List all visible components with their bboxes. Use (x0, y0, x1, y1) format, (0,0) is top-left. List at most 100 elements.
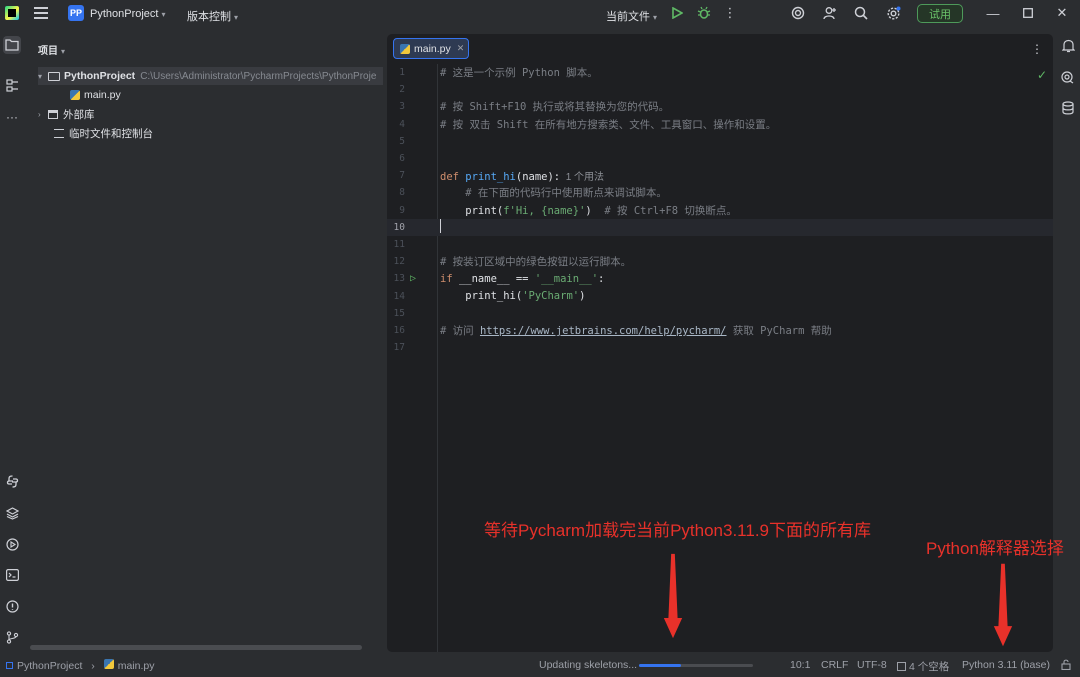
interpreter-selector[interactable]: Python 3.11 (base) (962, 659, 1050, 671)
line-number[interactable]: 1 (387, 67, 405, 78)
more-tools-icon[interactable]: ··· (3, 108, 21, 126)
code-text: # 在下面的代码行中使用断点来调试脚本。 (440, 185, 667, 200)
code-line[interactable]: 6 (387, 150, 1053, 167)
code-line[interactable]: 3 # 按 Shift+F10 执行或将其替换为您的代码。 (387, 98, 1053, 115)
progress-bar[interactable] (639, 664, 753, 667)
tree-scratches[interactable]: 临时文件和控制台 (54, 124, 153, 142)
code-line[interactable]: 8 # 在下面的代码行中使用断点来调试脚本。 (387, 184, 1053, 201)
line-number[interactable]: 13 (387, 273, 405, 284)
line-number[interactable]: 8 (387, 187, 405, 198)
tree-external-libraries[interactable]: › 外部库 (38, 105, 95, 123)
code-token: # 在下面的代码行中使用断点来调试脚本。 (440, 187, 667, 200)
line-number[interactable]: 16 (387, 325, 405, 336)
services-tool-icon[interactable] (3, 504, 21, 522)
tab-main-py[interactable]: main.py ✕ (393, 38, 469, 59)
maximize-icon[interactable] (1020, 5, 1036, 21)
close-icon[interactable]: ✕ (1054, 5, 1070, 21)
breadcrumb-file[interactable]: main.py (118, 660, 155, 672)
ai-assistant-icon[interactable] (790, 5, 806, 21)
code-line[interactable]: 15 (387, 305, 1053, 322)
code-line[interactable]: 13 ▷ if __name__ == '__main__': (387, 270, 1053, 287)
indent-setting[interactable]: 4 个空格 (897, 659, 949, 674)
external-libs-label: 外部库 (63, 108, 95, 121)
expand-chevron-icon[interactable]: ▾ (38, 72, 48, 81)
tree-root[interactable]: ▾ PythonProject C:\Users\Administrator\P… (38, 67, 383, 85)
vcs-label: 版本控制 (187, 11, 231, 23)
line-separator[interactable]: CRLF (821, 659, 848, 671)
vcs-menu[interactable]: 版本控制 ▾ (187, 8, 238, 24)
ai-chat-icon[interactable] (1060, 69, 1076, 85)
line-number[interactable]: 6 (387, 153, 405, 164)
chevron-down-icon: ▾ (61, 47, 66, 56)
caret-position[interactable]: 10:1 (790, 659, 810, 671)
problems-tool-icon[interactable] (3, 597, 21, 615)
file-encoding[interactable]: UTF-8 (857, 659, 887, 671)
line-number[interactable]: 7 (387, 170, 405, 181)
code-line[interactable]: 2 (387, 81, 1053, 98)
code-line[interactable]: 9 print(f'Hi, {name}') # 按 Ctrl+F8 切换断点。 (387, 202, 1053, 219)
code-token[interactable]: https://www.jetbrains.com/help/pycharm/ (480, 325, 727, 337)
breadcrumb-project[interactable]: PythonProject (17, 660, 82, 672)
library-icon (48, 109, 58, 119)
code-line[interactable]: 10 (387, 218, 1053, 236)
line-number[interactable]: 5 (387, 136, 405, 147)
settings-icon[interactable] (885, 5, 901, 21)
code-editor[interactable]: main.py ✕ ⋮ ✓ 1 # 这是一个示例 Python 脚本。 2 3 # 按 … (387, 34, 1053, 652)
line-number[interactable]: 10 (387, 222, 405, 233)
run-button[interactable] (669, 5, 685, 21)
line-number[interactable]: 14 (387, 291, 405, 302)
more-actions-icon[interactable]: ⋮ (722, 5, 738, 21)
code-token: def (440, 171, 466, 184)
chat-spiral-icon (1061, 70, 1074, 83)
minimize-icon[interactable]: — (985, 5, 1001, 21)
code-token: 获取 PyCharm 帮助 (726, 325, 832, 337)
line-number[interactable]: 4 (387, 119, 405, 130)
run-config-selector[interactable]: 当前文件 ▾ (606, 8, 657, 24)
search-icon[interactable] (853, 5, 869, 21)
line-number[interactable]: 15 (387, 308, 405, 319)
gutter-run-icon[interactable]: ▷ (410, 273, 416, 284)
git-tool-icon[interactable] (3, 628, 21, 646)
close-tab-icon[interactable]: ✕ (457, 43, 465, 54)
line-number[interactable]: 9 (387, 205, 405, 216)
line-number[interactable]: 3 (387, 101, 405, 112)
project-panel-title[interactable]: 项目 ▾ (38, 42, 65, 57)
code-line[interactable]: 4 # 按 双击 Shift 在所有地方搜索类、文件、工具窗口、操作和设置。 (387, 116, 1053, 133)
line-number[interactable]: 12 (387, 256, 405, 267)
line-number[interactable]: 17 (387, 342, 405, 353)
run-config-label: 当前文件 (606, 11, 650, 23)
terminal-tool-icon[interactable] (3, 566, 21, 584)
project-tool-icon[interactable] (3, 36, 21, 54)
project-switcher[interactable]: PythonProject ▾ (90, 8, 166, 20)
scratch-icon (54, 128, 64, 138)
code-line[interactable]: 1 # 这是一个示例 Python 脚本。 (387, 64, 1053, 81)
notifications-icon[interactable] (1060, 38, 1076, 54)
structure-tool-icon[interactable] (3, 76, 21, 94)
trial-button[interactable]: 试用 (917, 4, 963, 23)
code-line[interactable]: 7 def print_hi(name): 1 个用法 (387, 167, 1053, 184)
annotation-interpreter: Python解释器选择 (926, 539, 1064, 558)
editor-more-icon[interactable]: ⋮ (1031, 42, 1043, 56)
tree-file-main[interactable]: main.py (70, 86, 121, 104)
code-line[interactable]: 5 (387, 133, 1053, 150)
code-line[interactable]: 14 print_hi('PyCharm') (387, 288, 1053, 305)
database-icon[interactable] (1060, 100, 1076, 116)
root-name: PythonProject (64, 70, 136, 82)
line-number[interactable]: 2 (387, 84, 405, 95)
debug-button[interactable] (696, 5, 712, 21)
line-number[interactable]: 11 (387, 239, 405, 250)
code-line[interactable]: 16 # 访问 https://www.jetbrains.com/help/py… (387, 322, 1053, 339)
main-menu-icon[interactable] (34, 7, 48, 19)
run-tool-icon[interactable] (3, 535, 21, 553)
add-user-icon[interactable] (822, 5, 838, 21)
python-packages-icon[interactable] (3, 472, 21, 490)
horizontal-scrollbar[interactable] (30, 645, 362, 650)
expand-chevron-icon[interactable]: › (38, 110, 48, 119)
project-badge[interactable]: PP (68, 5, 84, 21)
progress-text[interactable]: Updating skeletons... (539, 659, 637, 671)
lock-icon[interactable] (1061, 659, 1071, 673)
code-line[interactable]: 17 (387, 339, 1053, 356)
code-line[interactable]: 12 # 按装订区域中的绿色按钮以运行脚本。 (387, 253, 1053, 270)
code-text: # 这是一个示例 Python 脚本。 (440, 65, 598, 80)
code-line[interactable]: 11 (387, 236, 1053, 253)
